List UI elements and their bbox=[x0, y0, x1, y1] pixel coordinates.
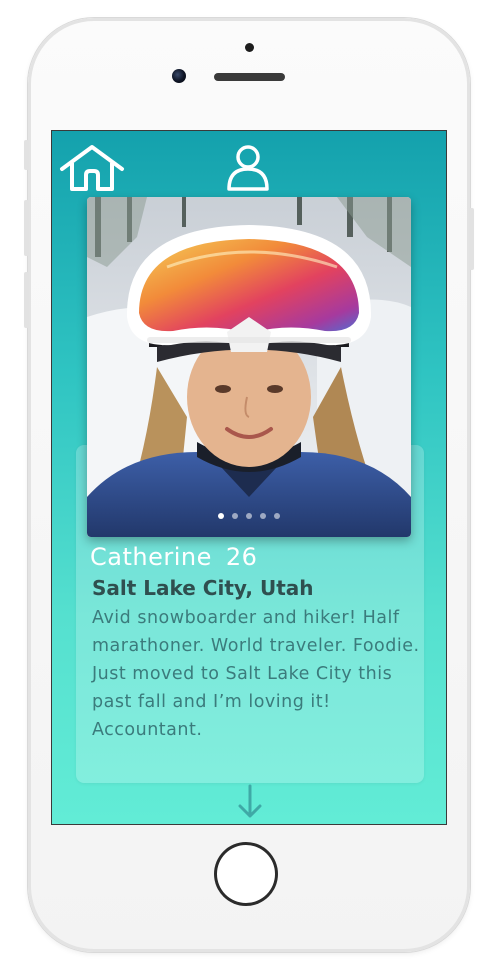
profile-name-row: Catherine 26 bbox=[90, 543, 257, 571]
volume-down-button bbox=[24, 272, 29, 328]
mute-switch bbox=[24, 140, 29, 170]
photo-illustration bbox=[87, 197, 411, 537]
profile-name: Catherine bbox=[90, 543, 212, 571]
profile-location: Salt Lake City, Utah bbox=[92, 576, 314, 600]
photo-page-dot[interactable] bbox=[274, 513, 280, 519]
photo-page-dot[interactable] bbox=[232, 513, 238, 519]
photo-page-dot[interactable] bbox=[246, 513, 252, 519]
arrow-down-icon[interactable] bbox=[236, 784, 264, 820]
app-screen: Catherine 26 Salt Lake City, Utah Avid sn… bbox=[52, 131, 446, 824]
photo-page-dot[interactable] bbox=[260, 513, 266, 519]
photo-pagination bbox=[87, 513, 411, 519]
volume-up-button bbox=[24, 200, 29, 256]
front-camera bbox=[172, 69, 186, 83]
hardware-home-button[interactable] bbox=[214, 842, 278, 906]
profile-photo[interactable] bbox=[87, 197, 411, 537]
profile-age: 26 bbox=[225, 543, 258, 571]
earpiece-speaker bbox=[214, 73, 285, 81]
user-icon[interactable] bbox=[226, 143, 270, 191]
power-button bbox=[469, 208, 474, 270]
photo-page-dot[interactable] bbox=[218, 513, 224, 519]
home-icon[interactable] bbox=[58, 143, 126, 191]
proximity-sensor bbox=[245, 43, 254, 52]
profile-bio: Avid snowboarder and hiker! Half maratho… bbox=[92, 608, 420, 740]
